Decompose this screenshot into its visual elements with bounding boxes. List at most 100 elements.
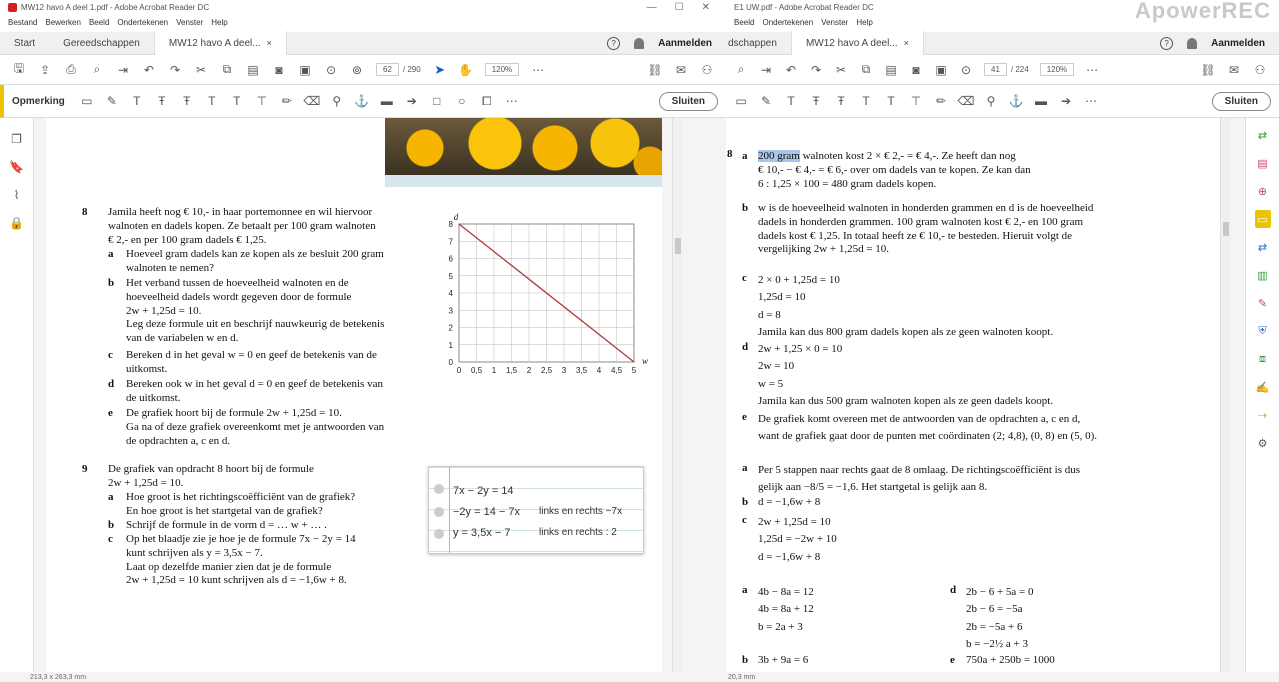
line-icon[interactable]: ▬: [1034, 94, 1048, 108]
share-icon[interactable]: ⇥: [116, 63, 130, 77]
close-comment-button[interactable]: Sluiten: [1211, 91, 1271, 111]
help-icon[interactable]: ?: [607, 36, 621, 50]
print-icon[interactable]: ⎙: [64, 62, 78, 77]
create-pdf-icon[interactable]: ▤: [1255, 154, 1271, 172]
cut-icon[interactable]: ✂: [834, 63, 848, 77]
zoom-select[interactable]: 120%: [484, 63, 520, 76]
replace-text-icon[interactable]: Ŧ: [180, 94, 194, 108]
compress-icon[interactable]: ⧈: [1255, 350, 1271, 368]
redo-icon[interactable]: ↷: [168, 63, 182, 77]
add-text-icon[interactable]: T: [230, 94, 244, 108]
sticky-note-icon[interactable]: ▭: [734, 94, 748, 108]
insert-text-icon[interactable]: T: [205, 94, 219, 108]
redo-icon[interactable]: ↷: [809, 63, 823, 77]
highlight-icon[interactable]: ✎: [105, 94, 119, 108]
more-tools-icon[interactable]: ⚙: [1255, 434, 1271, 452]
menu-venster[interactable]: Venster: [176, 18, 203, 29]
bell-icon[interactable]: [1187, 37, 1198, 49]
page-up-icon[interactable]: ⊙: [324, 63, 338, 77]
menu-ondertekenen[interactable]: Ondertekenen: [117, 18, 168, 29]
signin-button[interactable]: Aanmelden: [1211, 38, 1265, 49]
pencil-icon[interactable]: ✏: [280, 94, 294, 108]
scroll-thumb[interactable]: [675, 238, 681, 254]
bell-icon[interactable]: [634, 37, 645, 49]
menu-venster[interactable]: Venster: [821, 18, 848, 29]
text-icon[interactable]: T: [130, 94, 144, 108]
tab-tools[interactable]: dschappen: [726, 32, 791, 55]
tab-close-icon[interactable]: ×: [904, 38, 909, 48]
textbox-icon[interactable]: ⊤: [909, 94, 923, 108]
export-pdf-icon[interactable]: ⇄: [1255, 126, 1271, 144]
stamp-icon[interactable]: ⚲: [984, 94, 998, 108]
organize-icon[interactable]: ⇄: [1255, 238, 1271, 256]
tab-document[interactable]: MW12 havo A deel... ×: [790, 31, 924, 55]
left-vertical-scrollbar[interactable]: [672, 118, 682, 674]
attachment-icon[interactable]: ⌇: [10, 188, 24, 202]
tab-document[interactable]: MW12 havo A deel... ×: [153, 31, 287, 55]
undo-icon[interactable]: ↶: [784, 63, 798, 77]
eraser-icon[interactable]: ⌫: [958, 94, 975, 108]
ellipse-icon[interactable]: ○: [455, 94, 469, 108]
arrow-icon[interactable]: ➔: [405, 94, 419, 108]
zoom-select[interactable]: 120%: [1039, 63, 1075, 76]
replace-text-icon[interactable]: Ŧ: [834, 94, 848, 108]
pencil-icon[interactable]: ✏: [934, 94, 948, 108]
add-user-icon[interactable]: ⚇: [1253, 63, 1267, 77]
menu-help[interactable]: Help: [211, 18, 227, 29]
fill-sign-icon[interactable]: ✎: [1255, 294, 1271, 312]
page-number-input[interactable]: 62: [376, 63, 399, 76]
save-icon[interactable]: 🖫: [12, 61, 26, 77]
strikethrough-icon[interactable]: Ŧ: [809, 94, 823, 108]
link-icon[interactable]: ⛓: [647, 63, 662, 77]
select-cursor-icon[interactable]: ➤: [433, 62, 447, 77]
clipboard-icon[interactable]: ▤: [246, 63, 260, 77]
menu-ondertekenen[interactable]: Ondertekenen: [762, 18, 813, 29]
attach-icon[interactable]: ⚓: [354, 94, 369, 108]
add-pdf-icon[interactable]: ⊕: [1255, 182, 1271, 200]
menu-beeld[interactable]: Beeld: [89, 18, 109, 29]
clipboard-icon[interactable]: ▤: [884, 63, 898, 77]
mail-icon[interactable]: ✉: [1227, 63, 1241, 77]
cut-icon[interactable]: ✂: [194, 63, 208, 77]
add-text-icon[interactable]: T: [884, 94, 898, 108]
bookmark-icon[interactable]: 🔖: [9, 160, 24, 174]
search-icon[interactable]: ⌕: [90, 62, 104, 77]
text-icon[interactable]: T: [784, 94, 798, 108]
minimize-icon[interactable]: —: [647, 2, 657, 13]
menu-beeld[interactable]: Beeld: [734, 18, 754, 29]
attach-icon[interactable]: ⚓: [1009, 94, 1024, 108]
signin-button[interactable]: Aanmelden: [658, 38, 712, 49]
hand-icon[interactable]: ✋: [458, 63, 473, 77]
copy-icon[interactable]: ⧉: [220, 62, 234, 77]
stamp-icon[interactable]: ⚲: [330, 94, 344, 108]
find-icon[interactable]: ▣: [934, 63, 948, 77]
more-icon[interactable]: ⋯: [1085, 63, 1099, 77]
textbox-icon[interactable]: ⊤: [255, 94, 269, 108]
insert-text-icon[interactable]: T: [859, 94, 873, 108]
highlight-icon[interactable]: ✎: [759, 94, 773, 108]
page-number-input[interactable]: 41: [984, 63, 1007, 76]
arrow-icon[interactable]: ➔: [1059, 94, 1073, 108]
menu-help[interactable]: Help: [856, 18, 872, 29]
sticky-note-icon[interactable]: ▭: [80, 94, 94, 108]
pages-icon[interactable]: ❐: [10, 132, 24, 146]
add-user-icon[interactable]: ⚇: [700, 63, 714, 77]
maximize-icon[interactable]: ☐: [675, 2, 684, 13]
page-up-icon[interactable]: ⊙: [959, 63, 973, 77]
undo-icon[interactable]: ↶: [142, 63, 156, 77]
more-comment-icon[interactable]: ⋯: [505, 94, 519, 108]
tab-close-icon[interactable]: ×: [267, 38, 272, 48]
protect-icon[interactable]: ⛨: [1255, 322, 1271, 340]
mail-icon[interactable]: ✉: [674, 63, 688, 77]
more-comment-icon[interactable]: ⋯: [1084, 94, 1098, 108]
screenshot-icon[interactable]: ◙: [272, 63, 286, 77]
link-icon[interactable]: ⛓: [1200, 63, 1215, 77]
selected-text[interactable]: 200 gram: [758, 150, 800, 162]
find-icon[interactable]: ▣: [298, 63, 312, 77]
close-comment-button[interactable]: Sluiten: [658, 91, 718, 111]
eraser-icon[interactable]: ⌫: [303, 94, 320, 108]
upload-icon[interactable]: ⇪: [38, 63, 52, 77]
right-vertical-scrollbar[interactable]: [1220, 118, 1230, 674]
search-icon[interactable]: ⌕: [734, 62, 748, 77]
page-down-icon[interactable]: ⊚: [350, 63, 364, 77]
